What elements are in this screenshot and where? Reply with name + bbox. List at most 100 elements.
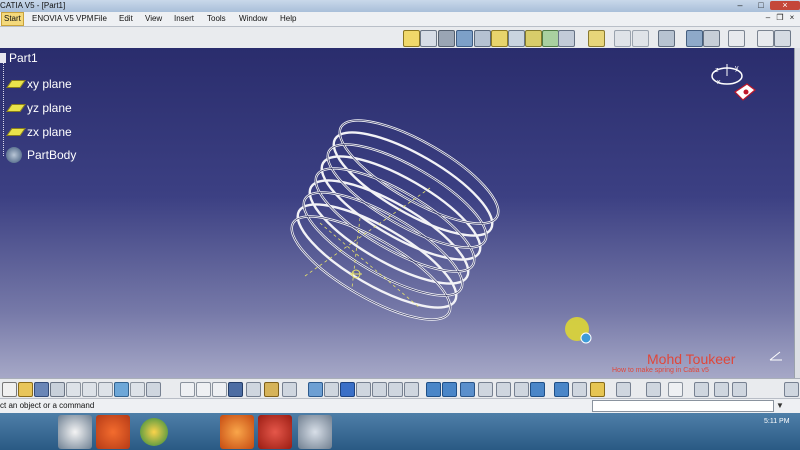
normal-view-icon[interactable] — [404, 382, 419, 397]
point-icon[interactable] — [732, 382, 747, 397]
quick-select-icon[interactable] — [694, 382, 709, 397]
pattern-icon[interactable] — [658, 30, 675, 47]
hide-show-icon[interactable] — [478, 382, 493, 397]
new-icon[interactable] — [2, 382, 17, 397]
menu-view[interactable]: View — [143, 12, 164, 26]
menu-window[interactable]: Window — [237, 12, 269, 26]
menu-bar: Start ENOVIA V5 VPM File Edit View Inser… — [0, 12, 800, 27]
shading-icon[interactable] — [460, 382, 475, 397]
zoom-out-icon[interactable] — [388, 382, 403, 397]
pocket-icon[interactable] — [474, 30, 491, 47]
open-icon[interactable] — [18, 382, 33, 397]
cut-icon[interactable] — [66, 382, 81, 397]
sketch-icon[interactable] — [403, 30, 420, 47]
right-toolbar — [794, 48, 800, 378]
author-watermark: Mohd Toukeer — [647, 351, 736, 367]
windows-taskbar — [0, 413, 800, 450]
copy-icon[interactable] — [82, 382, 97, 397]
stiffener-icon[interactable] — [542, 30, 559, 47]
knowledge-icon[interactable] — [774, 30, 791, 47]
maximize-button[interactable]: □ — [751, 1, 771, 10]
more-tools-icon[interactable] — [784, 382, 799, 397]
cursor-highlight — [565, 317, 592, 344]
taskbar-catia-icon[interactable] — [298, 415, 332, 449]
taskbar-media-icon[interactable] — [96, 415, 130, 449]
taskbar-app-icon[interactable] — [220, 415, 254, 449]
repeat-icon[interactable] — [714, 382, 729, 397]
comment-icon[interactable] — [196, 382, 211, 397]
compass-tool-icon[interactable] — [728, 30, 745, 47]
paste-icon[interactable] — [98, 382, 113, 397]
fit-all-icon[interactable] — [324, 382, 339, 397]
menu-enovia[interactable]: ENOVIA V5 VPM — [30, 12, 95, 26]
print-icon[interactable] — [50, 382, 65, 397]
window-title: CATIA V5 - [Part1] — [0, 1, 66, 10]
save-icon[interactable] — [34, 382, 49, 397]
constraint-icon[interactable] — [554, 382, 569, 397]
top-toolbar — [0, 27, 800, 49]
formula-icon[interactable] — [180, 382, 195, 397]
select-icon[interactable] — [246, 382, 261, 397]
command-input[interactable] — [592, 400, 774, 412]
taskbar-explorer-icon[interactable] — [58, 415, 92, 449]
menu-insert[interactable]: Insert — [172, 12, 196, 26]
axis-icon[interactable] — [572, 382, 587, 397]
apply-material-icon[interactable] — [282, 382, 297, 397]
units-icon[interactable] — [668, 382, 683, 397]
scroll-icon[interactable]: ▼ — [776, 399, 784, 413]
video-subtitle: How to make spring in Catia v5 — [612, 367, 709, 374]
sec-icon[interactable] — [757, 30, 774, 47]
menu-help[interactable]: Help — [278, 12, 298, 26]
bottom-toolbar — [0, 378, 800, 399]
swap-space-icon[interactable] — [496, 382, 511, 397]
cylinder-icon[interactable] — [456, 30, 473, 47]
mdi-close-icon[interactable]: × — [787, 13, 797, 23]
plane-tool-icon[interactable] — [420, 30, 437, 47]
3d-viewport[interactable]: Part1 xy plane yz plane zx plane PartBod… — [0, 48, 794, 378]
minimize-button[interactable]: – — [730, 1, 750, 10]
axis-glyph-icon — [769, 351, 782, 361]
compass-icon[interactable]: z x y — [705, 60, 765, 108]
catalog-icon[interactable] — [228, 382, 243, 397]
spring-geometry[interactable] — [0, 48, 794, 378]
multi-view-icon[interactable] — [426, 382, 441, 397]
view-options-icon[interactable] — [514, 382, 529, 397]
status-bar: ct an object or a command ▼ — [0, 398, 800, 413]
help-icon[interactable] — [146, 382, 161, 397]
split-icon[interactable] — [614, 30, 631, 47]
law-icon[interactable] — [212, 382, 227, 397]
rotate-icon[interactable] — [356, 382, 371, 397]
menu-file[interactable]: File — [92, 12, 109, 26]
rib-icon[interactable] — [508, 30, 525, 47]
measure-icon[interactable] — [686, 30, 703, 47]
menu-start[interactable]: Start — [1, 12, 24, 26]
slot-icon[interactable] — [525, 30, 542, 47]
shaft-icon[interactable] — [491, 30, 508, 47]
svg-text:z: z — [715, 67, 719, 74]
close-button[interactable]: × — [770, 1, 800, 10]
loft-icon[interactable] — [558, 30, 575, 47]
thick-surface-icon[interactable] — [632, 30, 649, 47]
fly-mode-icon[interactable] — [308, 382, 323, 397]
surface-icon[interactable] — [588, 30, 605, 47]
grid-icon[interactable] — [703, 30, 720, 47]
taskbar-acrobat-icon[interactable] — [258, 415, 292, 449]
mdi-minimize-icon[interactable]: – — [763, 13, 773, 23]
svg-text:x: x — [717, 79, 721, 86]
taskbar-chrome-icon[interactable] — [140, 418, 168, 446]
mdi-restore-icon[interactable]: ❐ — [775, 13, 785, 23]
menu-edit[interactable]: Edit — [117, 12, 135, 26]
zoom-in-icon[interactable] — [372, 382, 387, 397]
capture-icon[interactable] — [616, 382, 631, 397]
edit-multiple-icon[interactable] — [590, 382, 605, 397]
update-icon[interactable] — [530, 382, 545, 397]
pan-icon[interactable] — [340, 382, 355, 397]
analysis-icon[interactable] — [264, 382, 279, 397]
status-prompt: ct an object or a command — [0, 401, 95, 410]
spiral-icon[interactable] — [646, 382, 661, 397]
pad-icon[interactable] — [438, 30, 455, 47]
redo-icon[interactable] — [130, 382, 145, 397]
iso-view-icon[interactable] — [442, 382, 457, 397]
menu-tools[interactable]: Tools — [205, 12, 228, 26]
undo-icon[interactable] — [114, 382, 129, 397]
